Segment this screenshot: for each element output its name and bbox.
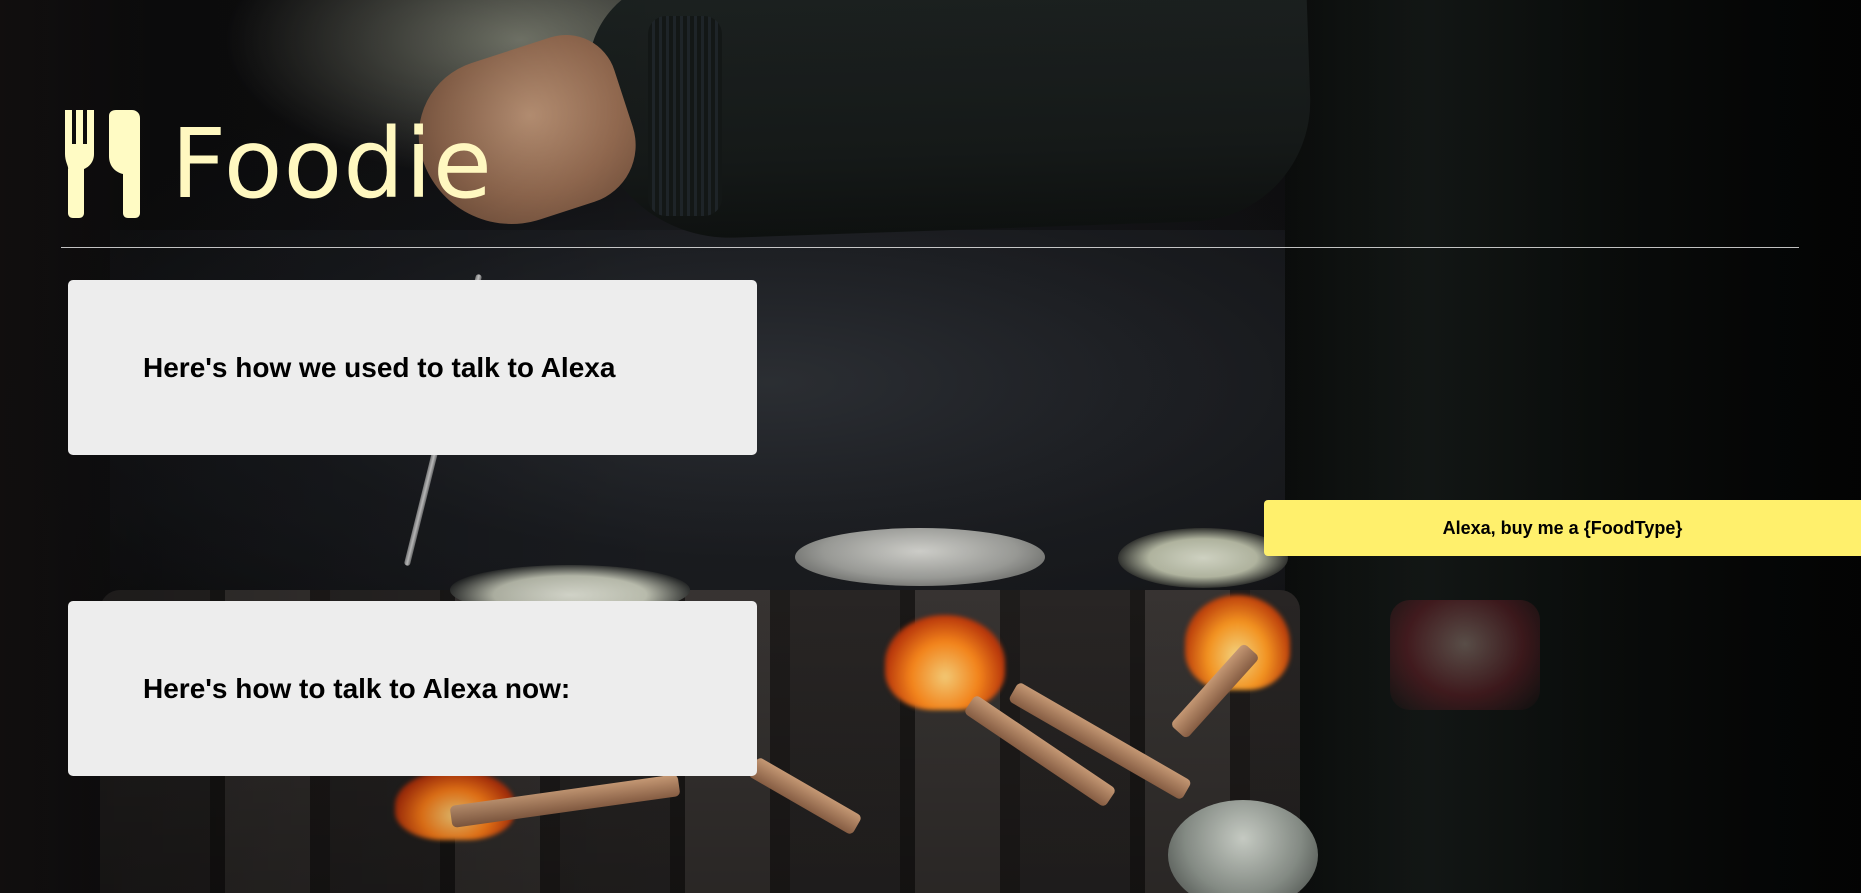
- brand-name: Foodie: [171, 108, 493, 220]
- header-divider: [61, 247, 1799, 248]
- alexa-command-banner: Alexa, buy me a {FoodType}: [1264, 500, 1861, 556]
- new-way-card: Here's how to talk to Alexa now:: [68, 601, 757, 776]
- old-way-card: Here's how we used to talk to Alexa: [68, 280, 757, 455]
- page: Foodie Here's how we used to talk to Ale…: [0, 0, 1861, 893]
- fork-knife-icon: [65, 110, 140, 218]
- new-way-title: Here's how to talk to Alexa now:: [143, 672, 571, 704]
- old-way-title: Here's how we used to talk to Alexa: [143, 351, 616, 383]
- brand-logo[interactable]: Foodie: [61, 110, 493, 218]
